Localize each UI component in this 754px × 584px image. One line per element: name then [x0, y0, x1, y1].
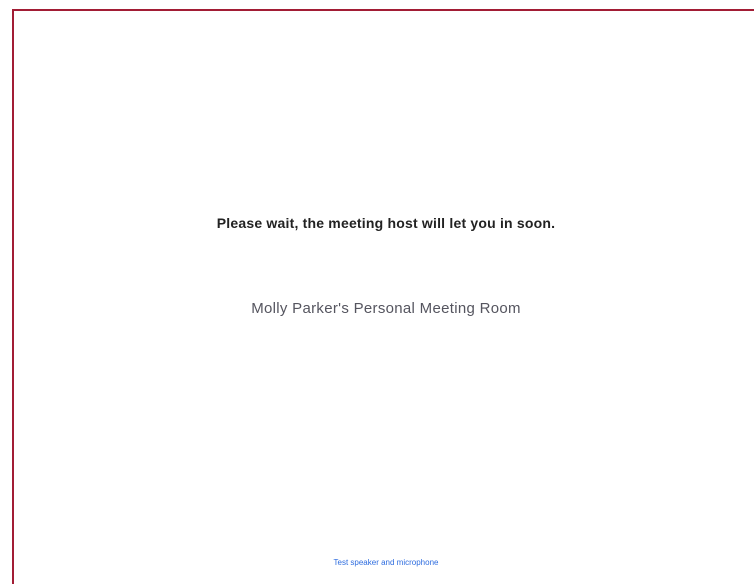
test-speaker-microphone-link[interactable]: Test speaker and microphone: [14, 558, 754, 567]
waiting-room-content: Please wait, the meeting host will let y…: [14, 11, 754, 584]
waiting-message: Please wait, the meeting host will let y…: [216, 215, 556, 231]
waiting-room-window: Please wait, the meeting host will let y…: [12, 9, 754, 584]
meeting-room-name: Molly Parker's Personal Meeting Room: [251, 300, 521, 317]
